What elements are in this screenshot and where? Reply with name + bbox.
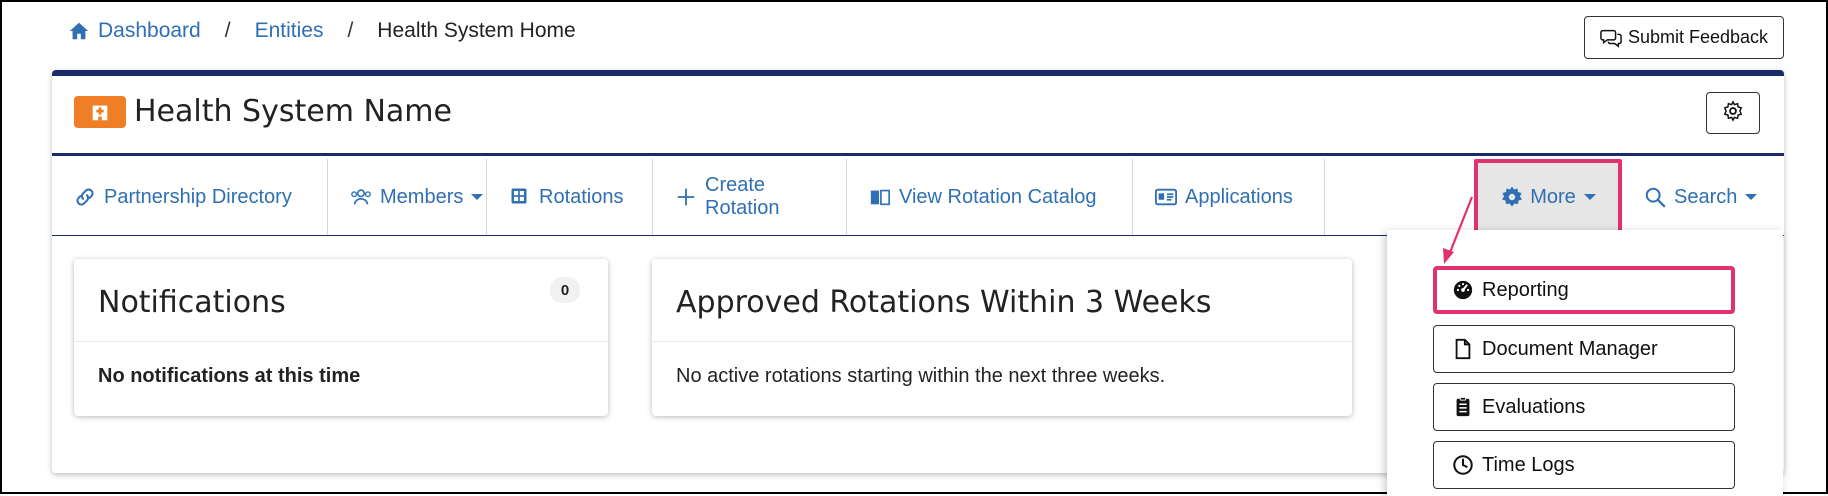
clock-icon (1452, 454, 1474, 476)
breadcrumb-current: Health System Home (377, 19, 576, 42)
book-icon (869, 186, 891, 208)
grid-icon (509, 186, 531, 208)
nav-create-rotation[interactable]: Create Rotation (653, 159, 847, 235)
notifications-panel: Notifications 0 No notifications at this… (74, 259, 608, 416)
hospital-icon (74, 96, 126, 128)
gear-icon (1500, 185, 1524, 209)
chevron-down-icon (1583, 194, 1596, 200)
menu-item-label: Time Logs (1482, 453, 1575, 476)
menu-item-evaluations[interactable]: Evaluations (1433, 383, 1735, 431)
nav-label: Partnership Directory (104, 185, 292, 208)
menu-item-label: Reporting (1482, 278, 1569, 301)
nav-applications[interactable]: Applications (1133, 159, 1325, 235)
menu-item-label: Document Manager (1482, 337, 1658, 360)
home-icon[interactable] (68, 20, 90, 42)
nav-label: View Rotation Catalog (899, 185, 1097, 208)
chevron-down-icon (471, 194, 484, 200)
settings-button[interactable] (1706, 92, 1760, 134)
nav-label: More (1530, 185, 1576, 208)
divider (74, 341, 608, 342)
search-icon (1644, 186, 1666, 208)
breadcrumb-separator: / (347, 19, 354, 42)
notifications-count-badge: 0 (550, 277, 580, 303)
file-icon (1452, 338, 1474, 360)
nav-members[interactable]: Members (328, 159, 487, 235)
page-frame: Dashboard / Entities / Health System Hom… (0, 0, 1828, 496)
entity-header: Health System Name (52, 76, 1784, 156)
submit-feedback-label: Submit Feedback (1627, 27, 1769, 47)
divider (652, 341, 1352, 342)
chevron-down-icon (1745, 194, 1758, 200)
nav-rotations[interactable]: Rotations (487, 159, 653, 235)
plus-icon (675, 186, 697, 208)
approved-rotations-panel: Approved Rotations Within 3 Weeks No act… (652, 259, 1352, 416)
dashboard-gauge-icon (1452, 279, 1474, 301)
nav-view-rotation-catalog[interactable]: View Rotation Catalog (847, 159, 1133, 235)
menu-item-document-manager[interactable]: Document Manager (1433, 325, 1735, 373)
users-icon (350, 186, 372, 208)
notifications-title: Notifications (98, 285, 286, 320)
id-card-icon (1155, 186, 1177, 208)
submit-feedback-button[interactable]: Submit Feedback (1584, 16, 1784, 59)
breadcrumb-dashboard[interactable]: Dashboard (98, 19, 201, 43)
menu-item-time-logs[interactable]: Time Logs (1433, 441, 1735, 489)
nav-more-dropdown[interactable]: More (1474, 159, 1622, 235)
comments-icon (1600, 27, 1622, 49)
nav-label: Applications (1185, 185, 1293, 208)
breadcrumb: Dashboard / Entities / Health System Hom… (68, 18, 576, 44)
more-dropdown-menu: Reporting Document Manager Evaluations T… (1387, 230, 1783, 496)
entity-nav: Partnership Directory Members Rotations (52, 159, 1784, 236)
nav-label: Rotations (539, 185, 624, 208)
nav-search-dropdown[interactable]: Search (1644, 159, 1758, 235)
breadcrumb-entities[interactable]: Entities (255, 19, 324, 43)
notifications-empty-message: No notifications at this time (98, 365, 361, 387)
entity-title: Health System Name (134, 94, 452, 129)
nav-partnership-directory[interactable]: Partnership Directory (52, 159, 328, 235)
link-icon (74, 186, 96, 208)
breadcrumb-separator: / (224, 19, 231, 42)
approved-rotations-empty-message: No active rotations starting within the … (676, 365, 1166, 387)
gear-icon (1722, 99, 1744, 127)
nav-label: Members (380, 185, 464, 208)
nav-label: Create Rotation (705, 174, 780, 219)
clipboard-icon (1452, 396, 1474, 418)
menu-item-reporting[interactable]: Reporting (1433, 266, 1735, 314)
menu-item-label: Evaluations (1482, 395, 1586, 418)
approved-rotations-title: Approved Rotations Within 3 Weeks (676, 285, 1212, 320)
nav-label: Search (1674, 185, 1738, 208)
